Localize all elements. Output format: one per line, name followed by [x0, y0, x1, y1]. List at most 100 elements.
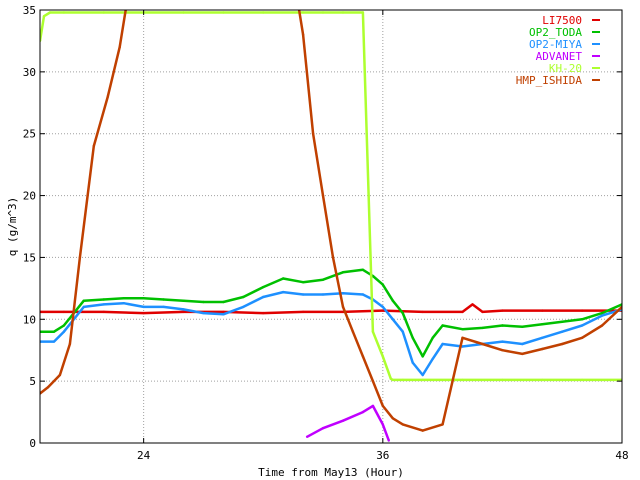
- data-point-kh-20: [580, 378, 584, 382]
- data-point-kh-20: [42, 15, 46, 18]
- data-point-advanet: [381, 423, 384, 426]
- data-point-kh-20: [421, 378, 424, 382]
- chart: 0 5 10 15 20 25 30 35 24 36 48 LI7500OP2_TODAOP2-M…: [6, 4, 629, 479]
- y-tick-label: 0: [29, 437, 36, 450]
- data-point-op2-toda: [122, 297, 125, 300]
- data-point-op2-toda: [580, 318, 584, 321]
- data-point-op2-toda: [52, 330, 56, 333]
- data-point-op2-miya: [321, 293, 325, 296]
- data-point-op2-toda: [142, 297, 145, 300]
- data-point-kh-20: [361, 11, 365, 14]
- data-point-hmp-ishida: [481, 342, 484, 346]
- data-point-advanet: [321, 427, 325, 430]
- data-point-op2-miya: [501, 340, 504, 343]
- data-point-hmp-ishida: [561, 342, 564, 346]
- data-point-hmp-ishida: [351, 330, 355, 333]
- data-point-op2-miya: [62, 330, 66, 333]
- data-point-op2-toda: [431, 336, 434, 339]
- data-point-op2-miya: [102, 303, 106, 306]
- data-point-li7500: [301, 310, 305, 314]
- data-point-hmp-ishida: [580, 336, 584, 339]
- data-point-hmp-ishida: [341, 305, 345, 309]
- data-point-hmp-ishida: [461, 336, 464, 339]
- data-point-op2-toda: [82, 299, 86, 302]
- y-tick-label: 25: [23, 128, 36, 141]
- legend: LI7500OP2_TODAOP2-MIYAADVANETKH-20HMP_IS…: [516, 14, 600, 87]
- data-point-hmp-ishida: [371, 379, 375, 383]
- data-point-hmp-ishida: [521, 352, 524, 356]
- data-point-op2-miya: [262, 295, 265, 299]
- data-point-op2-miya: [580, 324, 584, 327]
- data-point-kh-20: [301, 11, 305, 14]
- data-point-kh-20: [102, 11, 106, 14]
- data-point-advanet: [305, 435, 309, 438]
- data-point-op2-miya: [541, 336, 544, 339]
- data-point-op2-toda: [441, 324, 444, 327]
- data-point-advanet: [387, 439, 390, 442]
- data-point-op2-miya: [182, 308, 185, 311]
- data-point-op2-toda: [162, 298, 165, 301]
- data-point-hmp-ishida: [106, 95, 110, 98]
- data-point-li7500: [481, 310, 484, 314]
- data-point-op2-toda: [381, 283, 384, 286]
- data-point-kh-20: [182, 11, 185, 14]
- data-point-hmp-ishida: [441, 423, 444, 426]
- series-hmp-ishida: [40, 10, 622, 432]
- data-point-op2-miya: [361, 293, 365, 296]
- data-point-kh-20: [401, 378, 404, 382]
- series-line-hmp-ishida: [40, 10, 622, 432]
- data-point-op2-toda: [222, 300, 225, 304]
- data-point-op2-toda: [242, 295, 245, 299]
- data-point-op2-toda: [401, 311, 404, 315]
- data-point-op2-miya: [431, 357, 434, 361]
- data-point-op2-miya: [521, 342, 524, 346]
- y-tick-label: 20: [23, 190, 36, 203]
- data-point-op2-toda: [202, 300, 205, 304]
- data-point-op2-miya: [282, 290, 285, 294]
- legend-entry: HMP_ISHIDA: [516, 74, 583, 87]
- x-tick-label: 24: [137, 449, 151, 462]
- data-point-op2-toda: [341, 271, 345, 274]
- data-point-kh-20: [381, 355, 384, 358]
- data-point-kh-20: [48, 11, 52, 14]
- data-point-li7500: [501, 309, 504, 312]
- data-point-hmp-ishida: [311, 132, 315, 135]
- data-point-li7500: [421, 310, 424, 314]
- data-point-op2-toda: [321, 278, 325, 281]
- data-point-op2-miya: [142, 305, 145, 309]
- data-point-hmp-ishida: [46, 386, 50, 389]
- series-line-li7500: [40, 303, 622, 315]
- data-point-op2-miya: [242, 305, 245, 309]
- data-point-kh-20: [461, 378, 464, 382]
- data-point-hmp-ishida: [118, 45, 121, 49]
- data-point-hmp-ishida: [68, 342, 72, 346]
- data-point-advanet: [361, 410, 365, 414]
- data-point-li7500: [102, 310, 106, 314]
- data-point-op2-miya: [441, 342, 444, 346]
- data-point-kh-20: [541, 378, 544, 382]
- data-point-op2-miya: [222, 313, 225, 316]
- series-layer: [40, 10, 622, 442]
- data-point-hmp-ishida: [331, 256, 335, 259]
- data-point-op2-miya: [162, 305, 165, 309]
- data-point-op2-miya: [301, 293, 305, 296]
- data-point-hmp-ishida: [78, 256, 82, 259]
- data-point-hmp-ishida: [321, 194, 325, 197]
- data-point-li7500: [142, 311, 145, 315]
- data-point-kh-20: [341, 11, 345, 14]
- y-tick-label: 5: [29, 375, 36, 388]
- data-point-hmp-ishida: [381, 404, 384, 408]
- series-advanet: [305, 404, 390, 442]
- data-point-hmp-ishida: [501, 349, 504, 352]
- data-point-op2-miya: [122, 302, 125, 305]
- data-point-li7500: [471, 303, 474, 306]
- y-tick-label: 35: [23, 4, 36, 17]
- data-point-op2-toda: [541, 323, 544, 326]
- data-point-op2-miya: [561, 330, 564, 333]
- data-point-hmp-ishida: [361, 355, 365, 358]
- y-tick-label: 15: [23, 251, 36, 264]
- data-point-kh-20: [391, 378, 394, 382]
- data-point-op2-miya: [202, 311, 205, 315]
- data-point-op2-miya: [421, 373, 424, 377]
- series-line-advanet: [306, 404, 390, 441]
